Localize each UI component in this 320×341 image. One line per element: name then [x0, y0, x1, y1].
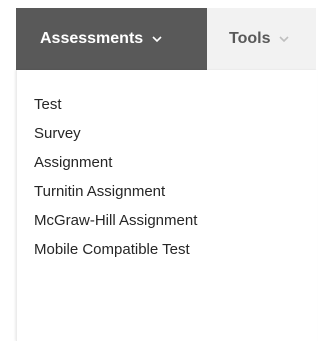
chevron-down-icon: [278, 33, 290, 45]
chevron-down-icon: [151, 33, 163, 45]
assessments-menu-label: Assessments: [40, 30, 144, 47]
dropdown-item-test[interactable]: Test: [34, 90, 197, 119]
dropdown-list: Test Survey Assignment Turnitin Assignme…: [34, 90, 197, 264]
dropdown-item-survey[interactable]: Survey: [34, 119, 197, 148]
tools-menu-label: Tools: [229, 30, 271, 47]
dropdown-item-assignment[interactable]: Assignment: [34, 148, 197, 177]
dropdown-item-mcgraw-hill-assignment[interactable]: McGraw-Hill Assignment: [34, 206, 197, 235]
dropdown-item-mobile-compatible-test[interactable]: Mobile Compatible Test: [34, 235, 197, 264]
menu-bar: Assessments Tools: [16, 8, 316, 70]
screen: Assessments Tools Test Survey Assignment…: [0, 0, 317, 341]
assessments-dropdown: Test Survey Assignment Turnitin Assignme…: [16, 70, 317, 341]
dropdown-item-turnitin-assignment[interactable]: Turnitin Assignment: [34, 177, 197, 206]
assessments-menu-button[interactable]: Assessments: [16, 8, 207, 70]
tools-menu-button[interactable]: Tools: [207, 8, 316, 70]
